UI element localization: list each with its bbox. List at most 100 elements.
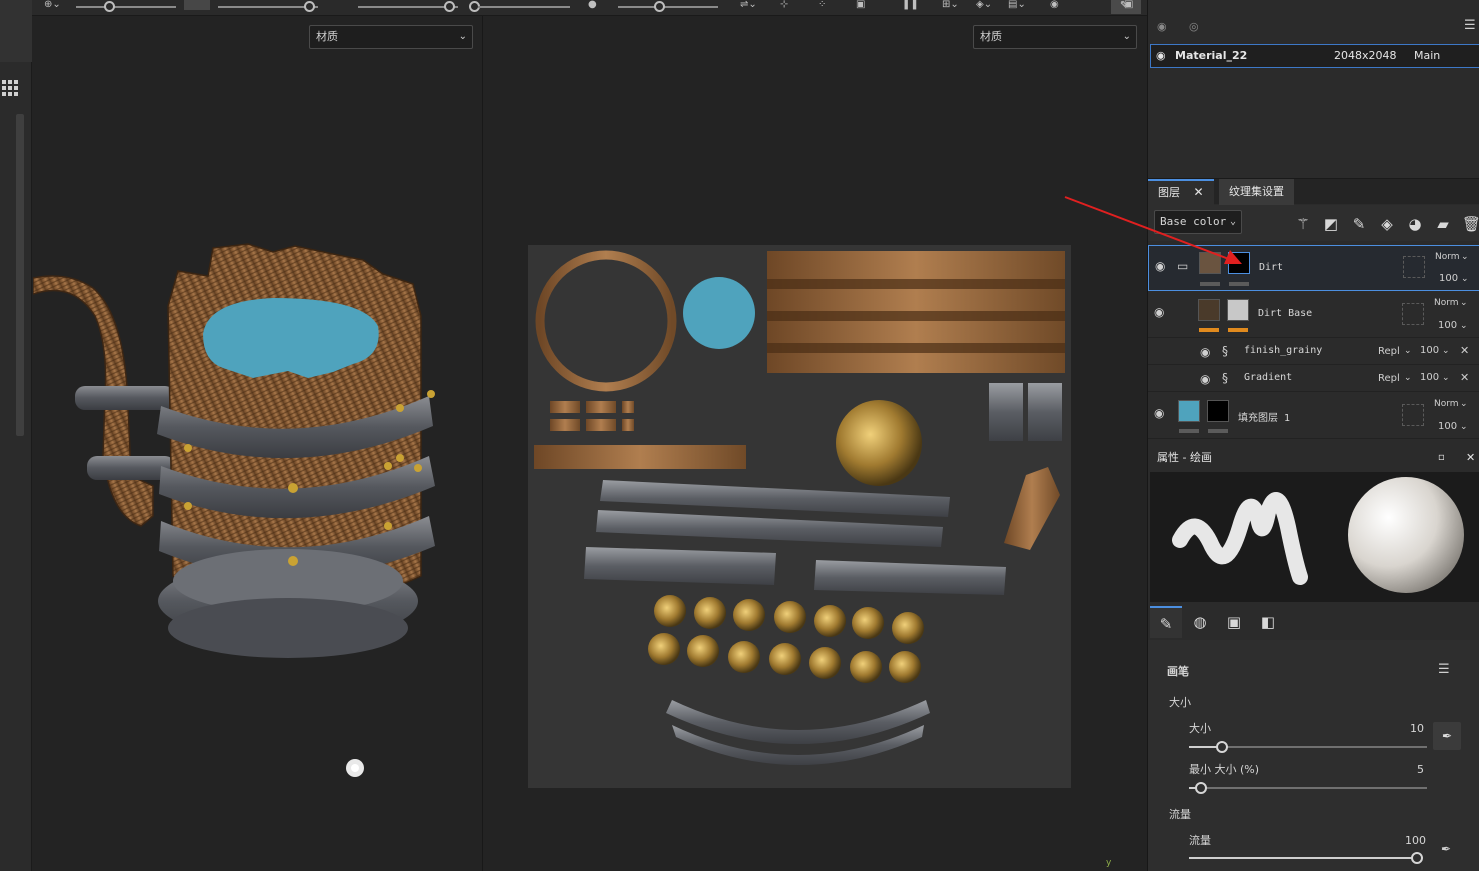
- layer-fill-1-content-thumbnail[interactable]: [1178, 400, 1200, 422]
- chevron-down-icon[interactable]: ⌄: [1460, 298, 1468, 308]
- tankard-3d-model[interactable]: [33, 16, 483, 871]
- flow-slider-knob[interactable]: [1411, 852, 1423, 864]
- add-mask-icon[interactable]: ◩: [1322, 215, 1340, 233]
- layer-dirt-content-thumbnail[interactable]: [1199, 252, 1221, 274]
- add-fill-layer-icon[interactable]: ◈: [1378, 215, 1396, 233]
- toolbar-slider-spacing[interactable]: [478, 6, 570, 8]
- layer-dirt-base-geometry-mask[interactable]: [1402, 303, 1424, 325]
- material-tab-icon[interactable]: ◧: [1252, 606, 1284, 638]
- toolbar-slider-angle-knob[interactable]: [654, 1, 665, 12]
- remove-effect-icon[interactable]: ✕: [1460, 371, 1469, 384]
- toolbar-slider-flow-knob[interactable]: [304, 1, 315, 12]
- channel-dropdown[interactable]: Base color ⌄: [1154, 210, 1242, 234]
- chevron-down-icon[interactable]: ⌄: [1442, 346, 1450, 356]
- layer-blend-mode[interactable]: Norm: [1434, 399, 1459, 409]
- flow-pen-pressure-icon[interactable]: ✒: [1441, 842, 1451, 856]
- texture-set-menu-icon[interactable]: ☰: [1464, 18, 1476, 33]
- brush-preset-icon[interactable]: ⊕⌄: [44, 0, 61, 10]
- layer-opacity[interactable]: 100: [1438, 320, 1457, 331]
- float-panel-icon[interactable]: ▫: [1438, 446, 1445, 470]
- eye-icon[interactable]: ◉: [1154, 407, 1170, 419]
- layer-dirt-base[interactable]: ◉ Dirt Base Norm ⌄ 100 ⌄: [1148, 292, 1479, 338]
- eye-icon[interactable]: ◉: [1155, 260, 1171, 272]
- effects-wand-icon[interactable]: ⚚: [1294, 215, 1312, 233]
- screenshot-icon[interactable]: ▣: [1124, 0, 1138, 10]
- layer-dirt-base-content-thumbnail[interactable]: [1198, 299, 1220, 321]
- layer-dirt-geometry-mask[interactable]: [1403, 256, 1425, 278]
- eye-icon[interactable]: ◉: [1200, 346, 1216, 358]
- add-folder-icon[interactable]: ▰: [1434, 215, 1452, 233]
- chevron-down-icon[interactable]: ⌄: [1460, 399, 1468, 409]
- chevron-down-icon[interactable]: ⌄: [1404, 373, 1412, 383]
- layer-opacity[interactable]: 100: [1439, 273, 1458, 284]
- toolbar-slider-stroke[interactable]: [358, 6, 458, 8]
- min-size-slider-track[interactable]: [1189, 787, 1427, 789]
- texture-set-eye-icon[interactable]: ◎: [1189, 20, 1199, 33]
- effect-opacity[interactable]: 100: [1420, 345, 1439, 356]
- toolbar-slider-stroke-knob[interactable]: [444, 1, 455, 12]
- render-icon[interactable]: ◉: [1050, 0, 1064, 10]
- texture-set-row[interactable]: ◉ Material_22 2048x2048 Main shader: [1150, 44, 1479, 84]
- pen-pressure-button[interactable]: ✒: [1433, 722, 1461, 750]
- close-icon[interactable]: ✕: [1466, 446, 1475, 470]
- texture-set-visibility-icon[interactable]: ◉: [1157, 20, 1167, 33]
- layer-fill-1[interactable]: ◉ 填充图层 1 Norm ⌄ 100 ⌄: [1148, 393, 1479, 439]
- effect-blend-mode[interactable]: Repl: [1378, 346, 1400, 357]
- display-icon[interactable]: ▤⌄: [1008, 0, 1026, 10]
- cube-icon[interactable]: ◈⌄: [976, 0, 992, 10]
- brush-tab-icon[interactable]: ✎: [1150, 606, 1182, 638]
- chevron-down-icon[interactable]: ⌄: [1461, 274, 1469, 284]
- layer-dirt[interactable]: ◉ ▭ Dirt Norm ⌄ 100 ⌄: [1148, 245, 1479, 291]
- lazy-mouse-icon[interactable]: ⊹: [780, 0, 794, 10]
- chevron-down-icon[interactable]: ⌄: [1442, 373, 1450, 383]
- layer-dirt-mask-thumbnail[interactable]: [1228, 252, 1250, 274]
- min-size-slider-knob[interactable]: [1194, 782, 1207, 794]
- effect-opacity[interactable]: 100: [1420, 372, 1439, 383]
- alignment-icon[interactable]: ⇌⌄: [740, 0, 757, 10]
- layer-fill-1-geometry-mask[interactable]: [1402, 404, 1424, 426]
- effect-finish-grainy[interactable]: ◉ § finish_grainy Repl ⌄ 100 ⌄ ✕: [1148, 339, 1479, 365]
- flow-value[interactable]: 100: [1405, 834, 1426, 847]
- layer-opacity[interactable]: 100: [1438, 421, 1457, 432]
- viewport-2d[interactable]: 材质 ⌄ y: [484, 16, 1147, 871]
- chevron-down-icon[interactable]: ⌄: [1461, 252, 1469, 262]
- size-slider-knob[interactable]: [1216, 741, 1229, 753]
- eye-icon[interactable]: ◉: [1154, 306, 1170, 318]
- layer-blend-mode[interactable]: Norm: [1435, 252, 1460, 262]
- alpha-tab-icon[interactable]: ◍: [1184, 606, 1216, 638]
- close-icon[interactable]: ✕: [1194, 185, 1204, 199]
- chevron-down-icon[interactable]: ⌄: [1404, 346, 1412, 356]
- material-dropdown-2d[interactable]: 材质 ⌄: [973, 25, 1137, 49]
- chevron-down-icon[interactable]: ⌄: [1460, 422, 1468, 432]
- stencil-tab-icon[interactable]: ▣: [1218, 606, 1250, 638]
- min-size-value[interactable]: 5: [1417, 763, 1424, 776]
- add-effect-icon[interactable]: ◕: [1406, 215, 1424, 233]
- tab-texture-set-settings[interactable]: 纹理集设置: [1219, 179, 1294, 205]
- toolbar-toggle[interactable]: [184, 0, 210, 10]
- layer-blend-mode[interactable]: Norm: [1434, 298, 1459, 308]
- toolbar-slider-size[interactable]: [76, 6, 176, 8]
- delete-layer-icon[interactable]: 🗑: [1462, 215, 1479, 233]
- mirror-icon[interactable]: ⁘: [818, 0, 832, 10]
- pause-icon[interactable]: ❚❚: [902, 0, 919, 10]
- viewport-3d[interactable]: 材质 ⌄: [33, 16, 483, 871]
- effect-gradient[interactable]: ◉ § Gradient Repl ⌄ 100 ⌄ ✕: [1148, 366, 1479, 392]
- camera-icon[interactable]: ▣: [856, 0, 870, 10]
- brush-menu-icon[interactable]: ☰: [1438, 662, 1450, 677]
- transform-icon[interactable]: ⊞⌄: [942, 0, 959, 10]
- uv-texture-sheet[interactable]: [528, 245, 1071, 788]
- grid-menu-icon[interactable]: [2, 80, 18, 96]
- toolbar-slider-angle[interactable]: [618, 6, 718, 8]
- toolbar-slider-size-knob[interactable]: [104, 1, 115, 12]
- eye-icon[interactable]: ◉: [1156, 45, 1166, 67]
- tab-layers[interactable]: 图层 ✕: [1148, 179, 1214, 205]
- layer-fill-1-mask-thumbnail[interactable]: [1207, 400, 1229, 422]
- chevron-down-icon[interactable]: ⌄: [1460, 321, 1468, 331]
- effect-blend-mode[interactable]: Repl: [1378, 373, 1400, 384]
- eye-icon[interactable]: ◉: [1200, 373, 1216, 385]
- remove-effect-icon[interactable]: ✕: [1460, 344, 1469, 357]
- symmetry-icon[interactable]: ●: [588, 0, 602, 10]
- size-value[interactable]: 10: [1410, 722, 1424, 735]
- layer-dirt-base-mask-thumbnail[interactable]: [1227, 299, 1249, 321]
- toolbar-slider-flow[interactable]: [218, 6, 318, 8]
